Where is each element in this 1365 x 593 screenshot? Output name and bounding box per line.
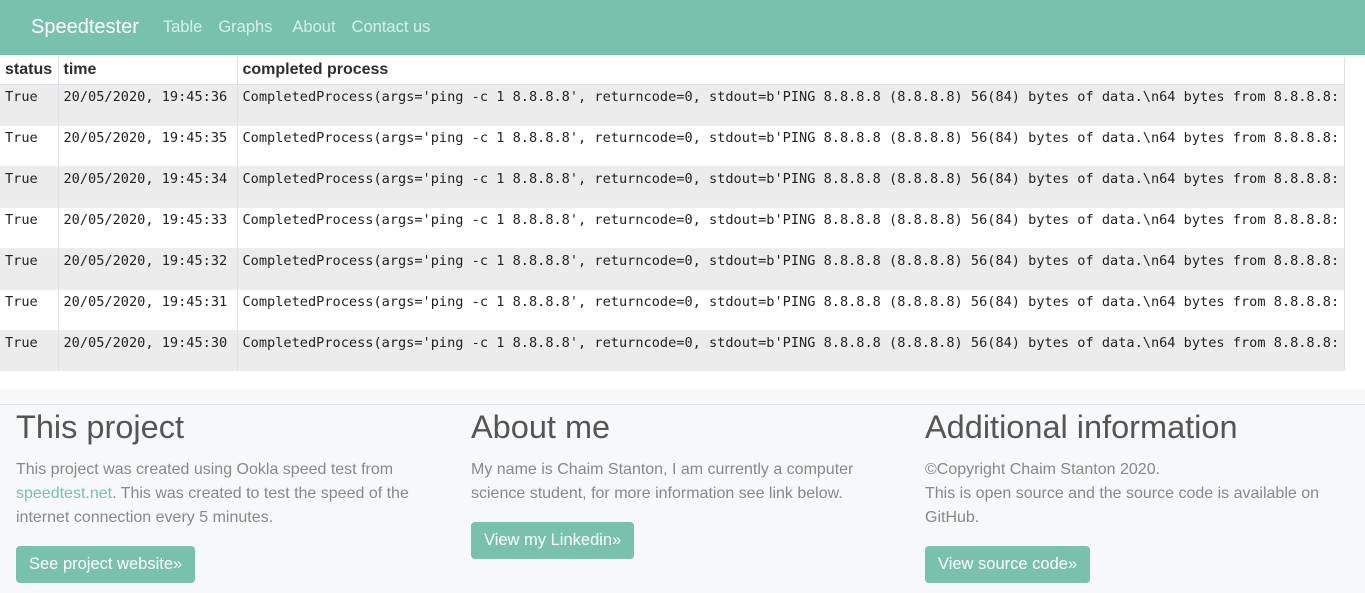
cell-process: CompletedProcess(args='ping -c 1 8.8.8.8… bbox=[237, 288, 1346, 330]
cell-process: CompletedProcess(args='ping -c 1 8.8.8.8… bbox=[237, 124, 1346, 166]
table-row: True 20/05/2020, 19:45:34 CompletedProce… bbox=[0, 165, 1346, 207]
nav-link-table[interactable]: Table bbox=[163, 18, 202, 37]
table-row: True 20/05/2020, 19:45:30 CompletedProce… bbox=[0, 329, 1346, 371]
cell-time: 20/05/2020, 19:45:30 bbox=[58, 329, 238, 371]
results-table: status time completed process True 20/05… bbox=[0, 57, 1346, 371]
table-row: True 20/05/2020, 19:45:31 CompletedProce… bbox=[0, 288, 1346, 330]
cell-status: True bbox=[0, 206, 59, 248]
cell-process: CompletedProcess(args='ping -c 1 8.8.8.8… bbox=[237, 206, 1346, 248]
table-row: True 20/05/2020, 19:45:33 CompletedProce… bbox=[0, 206, 1346, 248]
about-description: My name is Chaim Stanton, I am currently… bbox=[471, 461, 854, 502]
cell-time: 20/05/2020, 19:45:33 bbox=[58, 206, 238, 248]
header-status: status bbox=[0, 57, 59, 85]
header-time: time bbox=[58, 57, 238, 85]
project-title: This project bbox=[16, 409, 184, 445]
cell-time: 20/05/2020, 19:45:36 bbox=[58, 83, 238, 125]
nav-link-graphs[interactable]: Graphs bbox=[218, 18, 272, 37]
open-source-text: This is open source and the source code … bbox=[925, 485, 1320, 526]
cell-status: True bbox=[0, 247, 59, 289]
view-source-code-button[interactable]: View source code» bbox=[925, 546, 1091, 583]
project-column: This project This project was created us… bbox=[16, 405, 446, 583]
brand-logo[interactable]: Speedtester bbox=[31, 16, 139, 39]
cell-process: CompletedProcess(args='ping -c 1 8.8.8.8… bbox=[237, 247, 1346, 289]
cell-time: 20/05/2020, 19:45:34 bbox=[58, 165, 238, 207]
copyright-text: ©Copyright Chaim Stanton 2020. bbox=[925, 461, 1161, 478]
table-row: True 20/05/2020, 19:45:32 CompletedProce… bbox=[0, 247, 1346, 289]
cell-status: True bbox=[0, 83, 59, 125]
cell-time: 20/05/2020, 19:45:32 bbox=[58, 247, 238, 289]
cell-status: True bbox=[0, 124, 59, 166]
additional-description: ©Copyright Chaim Stanton 2020. This is op… bbox=[925, 458, 1355, 530]
cell-time: 20/05/2020, 19:45:35 bbox=[58, 124, 238, 166]
nav-link-contact[interactable]: Contact us bbox=[352, 18, 431, 37]
nav-link-about[interactable]: About bbox=[292, 18, 335, 37]
results-table-container: status time completed process True 20/05… bbox=[0, 55, 1365, 389]
see-project-website-button[interactable]: See project website» bbox=[16, 546, 196, 583]
project-text-before-link: This project was created using Ookla spe… bbox=[16, 461, 394, 478]
cell-process: CompletedProcess(args='ping -c 1 8.8.8.8… bbox=[237, 329, 1346, 371]
header-completed-process: completed process bbox=[237, 57, 1346, 85]
about-title: About me bbox=[471, 409, 611, 445]
table-header-row: status time completed process bbox=[0, 57, 1346, 85]
project-description: This project was created using Ookla spe… bbox=[16, 458, 446, 530]
cell-status: True bbox=[0, 288, 59, 330]
cell-status: True bbox=[0, 165, 59, 207]
speedtest-link[interactable]: speedtest.net bbox=[16, 485, 112, 502]
additional-info-column: Additional information ©Copyright Chaim … bbox=[925, 405, 1355, 583]
cell-status: True bbox=[0, 329, 59, 371]
about-column: About me My name is Chaim Stanton, I am … bbox=[471, 405, 901, 559]
navbar: Speedtester Table Graphs About Contact u… bbox=[0, 0, 1365, 55]
info-section: This project This project was created us… bbox=[0, 404, 1365, 593]
table-row: True 20/05/2020, 19:45:36 CompletedProce… bbox=[0, 83, 1346, 125]
cell-process: CompletedProcess(args='ping -c 1 8.8.8.8… bbox=[237, 165, 1346, 207]
cell-process: CompletedProcess(args='ping -c 1 8.8.8.8… bbox=[237, 83, 1346, 125]
view-linkedin-button[interactable]: View my Linkedin» bbox=[471, 522, 635, 559]
additional-title: Additional information bbox=[925, 409, 1238, 445]
cell-time: 20/05/2020, 19:45:31 bbox=[58, 288, 238, 330]
table-row: True 20/05/2020, 19:45:35 CompletedProce… bbox=[0, 124, 1346, 166]
